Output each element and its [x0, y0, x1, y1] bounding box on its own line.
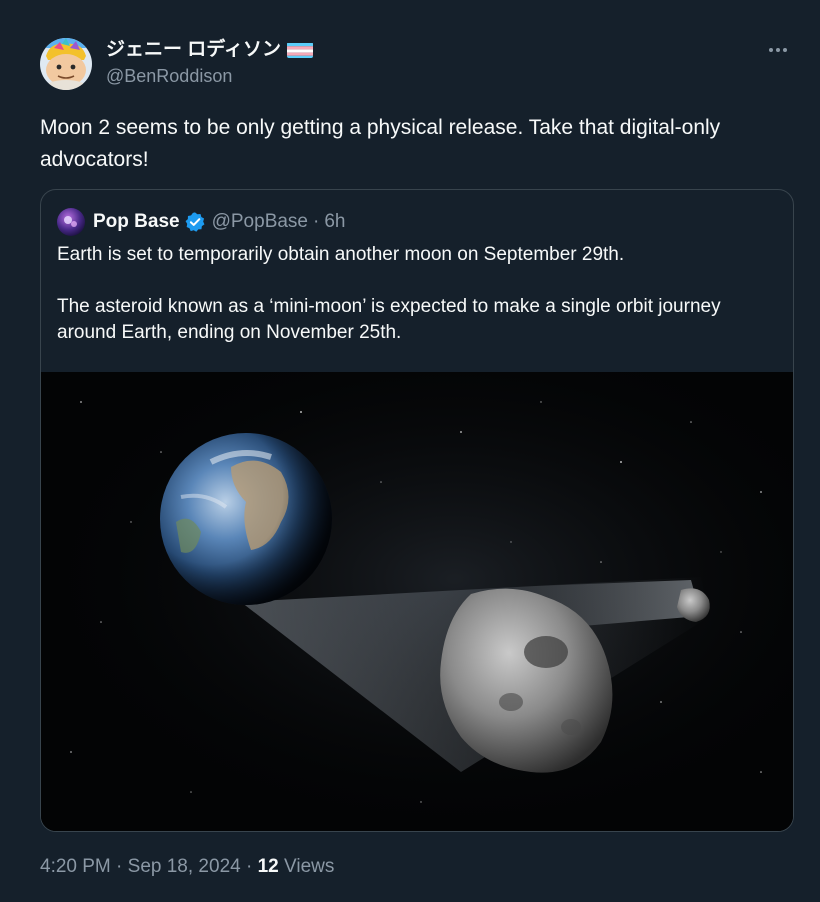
header-separator: ·	[313, 211, 320, 232]
author-names: ジェニー ロディソン @BenRoddison	[106, 38, 313, 88]
meta-separator-1: ·	[116, 856, 123, 877]
quoted-author-avatar[interactable]	[57, 208, 85, 236]
tweet-meta: 4:20 PM · Sep 18, 2024 · 12 Views	[40, 854, 334, 880]
tweet: ジェニー ロディソン @BenRoddison Moon 2 seems to …	[0, 0, 820, 902]
author-handle[interactable]: @BenRoddison	[106, 64, 313, 88]
quoted-paragraph-1: Earth is set to temporarily obtain anoth…	[57, 244, 625, 265]
more-options-button[interactable]	[764, 36, 792, 64]
quoted-paragraph-2: The asteroid known as a ‘mini-moon’ is e…	[57, 296, 721, 343]
trans-flag-icon	[286, 42, 313, 58]
more-options-icon	[769, 48, 787, 52]
verified-badge-icon	[184, 211, 206, 233]
quoted-author-handle: @PopBase	[211, 211, 308, 232]
views-count: 12	[257, 856, 279, 877]
meta-separator-2: ·	[245, 856, 253, 877]
tweet-date[interactable]: Sep 18, 2024	[128, 856, 241, 877]
quoted-time-ago[interactable]: 6h	[324, 211, 345, 233]
author-avatar[interactable]	[40, 38, 92, 90]
cartoon-avatar-icon	[40, 38, 92, 90]
quoted-tweet-text: Earth is set to temporarily obtain anoth…	[57, 242, 783, 346]
quoted-tweet-header: Pop Base @PopBase · 6h	[57, 208, 345, 236]
pop-base-avatar-icon	[57, 208, 85, 236]
quoted-media-image[interactable]	[41, 372, 793, 831]
views-label: Views	[284, 856, 335, 877]
tweet-text: Moon 2 seems to be only getting a physic…	[40, 116, 721, 171]
quoted-tweet[interactable]: Pop Base @PopBase · 6h Earth is set to t…	[40, 189, 794, 832]
earth-asteroid-image	[41, 372, 793, 831]
quoted-author-name: Pop Base	[93, 211, 180, 232]
tweet-time[interactable]: 4:20 PM	[40, 856, 111, 877]
display-name-text: ジェニー ロディソン	[106, 39, 281, 60]
author-display-name[interactable]: ジェニー ロディソン	[106, 38, 313, 62]
